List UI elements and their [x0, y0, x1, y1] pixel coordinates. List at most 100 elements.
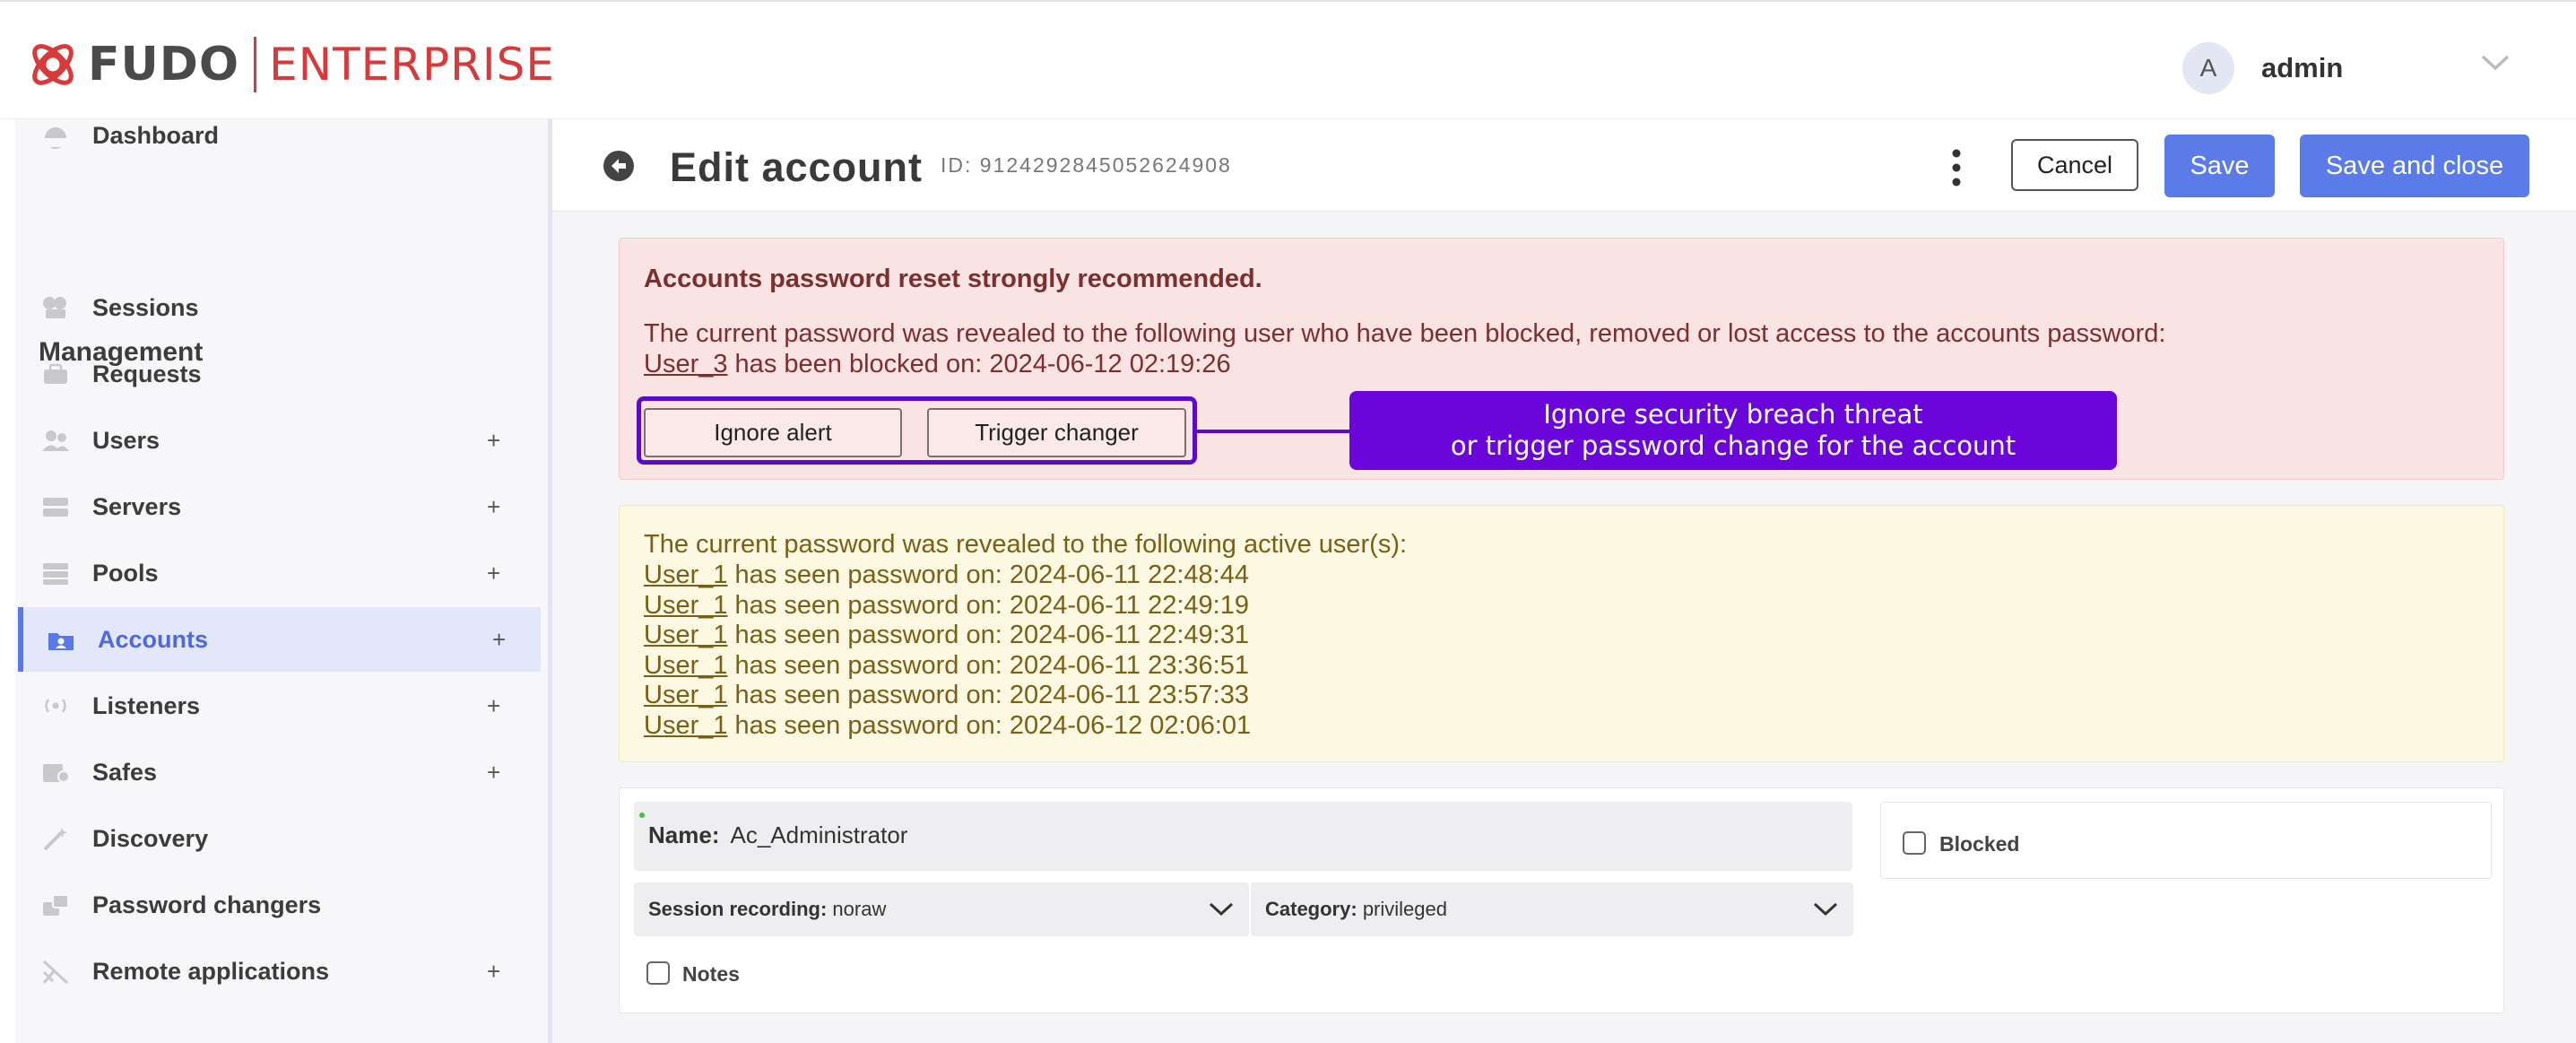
- sidebar-item-label: Safes: [92, 758, 158, 786]
- user-link[interactable]: User_1: [644, 681, 728, 709]
- remote-applications-icon: [42, 960, 69, 985]
- discovery-icon: [43, 828, 67, 851]
- sidebar-item-safes[interactable]: Safes +: [18, 740, 541, 804]
- requests-icon: [44, 363, 67, 384]
- user-link[interactable]: User_1: [644, 711, 728, 740]
- name-field[interactable]: Name: Ac_Administrator: [634, 802, 1852, 871]
- sidebar-item-accounts[interactable]: Accounts +: [18, 607, 541, 672]
- category-value: privileged: [1362, 898, 1447, 920]
- sidebar-item-label: Accounts: [98, 625, 209, 653]
- add-icon[interactable]: +: [487, 759, 500, 787]
- seen-text: has seen password on: 2024-06-11 22:49:1…: [727, 590, 1249, 620]
- name-label: Name:: [648, 821, 720, 848]
- blocked-checkbox[interactable]: [1903, 831, 1926, 855]
- avatar[interactable]: A: [2182, 42, 2234, 94]
- users-icon: [42, 430, 69, 451]
- blocked-text: has been blocked on: 2024-06-12 02:19:26: [727, 350, 1231, 378]
- alert-title: Accounts password reset strongly recomme…: [644, 265, 1262, 293]
- seen-entry: User_1 has seen password on: 2024-06-11 …: [644, 561, 1249, 590]
- password-changers-icon: [43, 894, 69, 916]
- sidebar-item-dashboard[interactable]: Dashboard: [18, 103, 541, 168]
- sidebar-item-label: Discovery: [92, 824, 209, 852]
- logo-divider: [254, 37, 257, 92]
- safes-icon: [43, 764, 70, 783]
- add-icon[interactable]: +: [487, 958, 500, 986]
- trigger-changer-button[interactable]: Trigger changer: [927, 408, 1186, 457]
- blocked-user-entry: User_3 has been blocked on: 2024-06-12 0…: [644, 350, 1231, 379]
- sidebar-item-label: Servers: [92, 492, 182, 520]
- sidebar-item-discovery[interactable]: Discovery: [18, 806, 541, 871]
- sidebar-item-servers[interactable]: Servers +: [18, 474, 541, 539]
- add-icon[interactable]: +: [487, 493, 500, 521]
- ignore-alert-button[interactable]: Ignore alert: [644, 408, 902, 457]
- user-link[interactable]: User_1: [644, 651, 728, 680]
- seen-text: has seen password on: 2024-06-11 22:49:3…: [727, 621, 1249, 649]
- dashboard-icon: [45, 127, 66, 149]
- seen-entry: User_1 has seen password on: 2024-06-11 …: [644, 621, 1249, 650]
- save-and-close-button[interactable]: Save and close: [2300, 135, 2529, 197]
- seen-text: has seen password on: 2024-06-11 22:48:4…: [727, 561, 1249, 589]
- sidebar-item-requests[interactable]: Requests: [18, 342, 541, 406]
- user-link[interactable]: User_1: [644, 591, 728, 620]
- password-reset-alert: Accounts password reset strongly recomme…: [619, 238, 2504, 480]
- page-title: Edit account: [670, 144, 924, 190]
- sidebar-item-label: Listeners: [92, 691, 201, 719]
- sidebar-item-listeners[interactable]: Listeners +: [18, 674, 541, 738]
- category-label: Category:: [1265, 898, 1357, 920]
- fudo-logo-icon: [32, 44, 74, 85]
- save-button[interactable]: Save: [2164, 135, 2275, 197]
- seen-text: has seen password on: 2024-06-11 23:57:3…: [727, 681, 1249, 709]
- alert-message: The current password was revealed to the…: [644, 319, 2166, 348]
- sidebar-item-users[interactable]: Users +: [18, 408, 541, 473]
- add-icon[interactable]: +: [487, 692, 500, 720]
- notes-label: Notes: [682, 962, 740, 986]
- password-seen-alert: The current password was revealed to the…: [619, 505, 2504, 762]
- session-recording-select[interactable]: Session recording: noraw: [634, 882, 1249, 936]
- account-id: ID: 9124292845052624908: [941, 153, 1232, 177]
- name-value[interactable]: Ac_Administrator: [730, 821, 907, 848]
- add-icon[interactable]: +: [487, 427, 500, 455]
- session-recording-value: noraw: [832, 898, 887, 920]
- logo-text-enterprise: ENTERPRISE: [269, 39, 555, 91]
- logo-text-fudo: FUDO: [88, 38, 240, 91]
- session-recording-label: Session recording:: [648, 898, 828, 920]
- sidebar-item-label: Dashboard: [92, 121, 220, 149]
- pools-icon: [43, 563, 68, 585]
- accounts-icon: [48, 633, 74, 650]
- seen-entry: User_1 has seen password on: 2024-06-11 …: [644, 651, 1249, 681]
- user-link[interactable]: User_1: [644, 561, 728, 589]
- cancel-button[interactable]: Cancel: [2011, 139, 2138, 191]
- chevron-down-icon: [1209, 902, 1234, 917]
- user-link[interactable]: User_1: [644, 621, 728, 649]
- fudo-logo[interactable]: FUDO ENTERPRISE: [25, 36, 555, 93]
- sidebar-item-pools[interactable]: Pools +: [18, 541, 541, 605]
- user-menu[interactable]: A admin: [2182, 41, 2343, 95]
- sidebar-item-label: Pools: [92, 559, 159, 587]
- seen-entry: User_1 has seen password on: 2024-06-11 …: [644, 591, 1249, 621]
- blocked-label: Blocked: [1939, 832, 2020, 856]
- callout-line-2: or trigger password change for the accou…: [1450, 430, 2017, 461]
- username[interactable]: admin: [2261, 52, 2343, 84]
- sidebar-item-label: Sessions: [92, 293, 199, 321]
- sidebar-item-sessions[interactable]: Sessions: [18, 275, 541, 340]
- chevron-down-icon[interactable]: [2479, 52, 2511, 74]
- sidebar-item-label: Users: [92, 426, 160, 454]
- back-icon[interactable]: [603, 150, 635, 182]
- seen-text: has seen password on: 2024-06-12 02:06:0…: [727, 710, 1252, 740]
- seen-entry: User_1 has seen password on: 2024-06-12 …: [644, 711, 1251, 741]
- add-icon[interactable]: +: [492, 626, 506, 654]
- sidebar-item-label: Requests: [92, 360, 202, 387]
- listeners-icon: [45, 699, 66, 713]
- alert-actions-highlight: Ignore alert Trigger changer: [637, 396, 1197, 465]
- sidebar-item-remote-applications[interactable]: Remote applications +: [18, 939, 541, 1004]
- more-options-icon[interactable]: [1947, 148, 1965, 187]
- category-select[interactable]: Category: privileged: [1251, 882, 1853, 936]
- servers-icon: [43, 498, 68, 517]
- user-link[interactable]: User_3: [644, 350, 728, 378]
- sidebar-item-label: Remote applications: [92, 957, 330, 985]
- blocked-option: Blocked: [1880, 802, 2492, 879]
- required-indicator: [639, 813, 645, 818]
- notes-checkbox[interactable]: [646, 961, 670, 985]
- sidebar-item-password-changers[interactable]: Password changers: [18, 873, 541, 937]
- add-icon[interactable]: +: [487, 560, 500, 587]
